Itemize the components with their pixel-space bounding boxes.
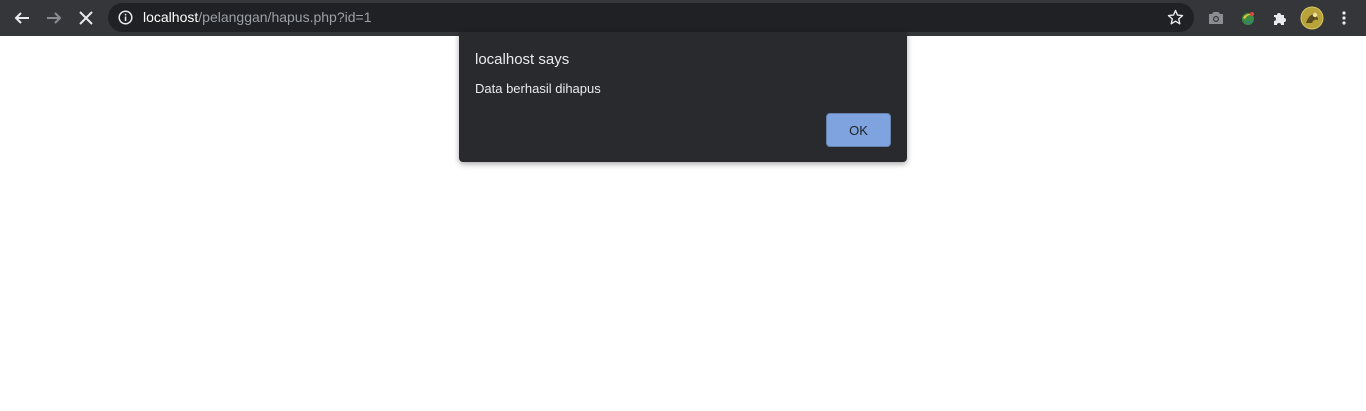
site-info-icon[interactable]	[118, 10, 133, 30]
address-bar[interactable]: localhost/pelanggan/hapus.php?id=1	[108, 3, 1194, 32]
camera-extension-button[interactable]	[1203, 5, 1229, 31]
avatar	[1300, 6, 1324, 30]
url-path: /pelanggan/hapus.php?id=1	[198, 9, 372, 25]
browser-menu-button[interactable]	[1331, 5, 1357, 31]
alert-dialog: localhost says Data berhasil dihapus OK	[459, 32, 907, 162]
url-host: localhost	[143, 9, 199, 25]
bookmark-star-icon[interactable]	[1167, 9, 1184, 31]
camera-icon	[1209, 12, 1223, 24]
arrow-right-icon	[47, 12, 62, 24]
profile-avatar-button[interactable]	[1299, 5, 1325, 31]
forward-button[interactable]	[41, 5, 67, 31]
dialog-message: Data berhasil dihapus	[475, 81, 601, 96]
colorful-extension-button[interactable]	[1235, 5, 1261, 31]
puzzle-icon	[1274, 13, 1286, 25]
more-vertical-icon	[1342, 11, 1346, 25]
dialog-title: localhost says	[475, 51, 570, 68]
url-text[interactable]: localhost/pelanggan/hapus.php?id=1	[143, 9, 371, 25]
browser-toolbar: localhost/pelanggan/hapus.php?id=1	[0, 0, 1366, 36]
ok-button[interactable]: OK	[826, 113, 891, 147]
back-button[interactable]	[9, 5, 35, 31]
stop-button[interactable]	[73, 5, 99, 31]
arrow-left-icon	[14, 12, 29, 24]
extension-logo-icon	[1242, 12, 1254, 25]
close-icon	[79, 11, 93, 25]
extensions-button[interactable]	[1267, 5, 1293, 31]
